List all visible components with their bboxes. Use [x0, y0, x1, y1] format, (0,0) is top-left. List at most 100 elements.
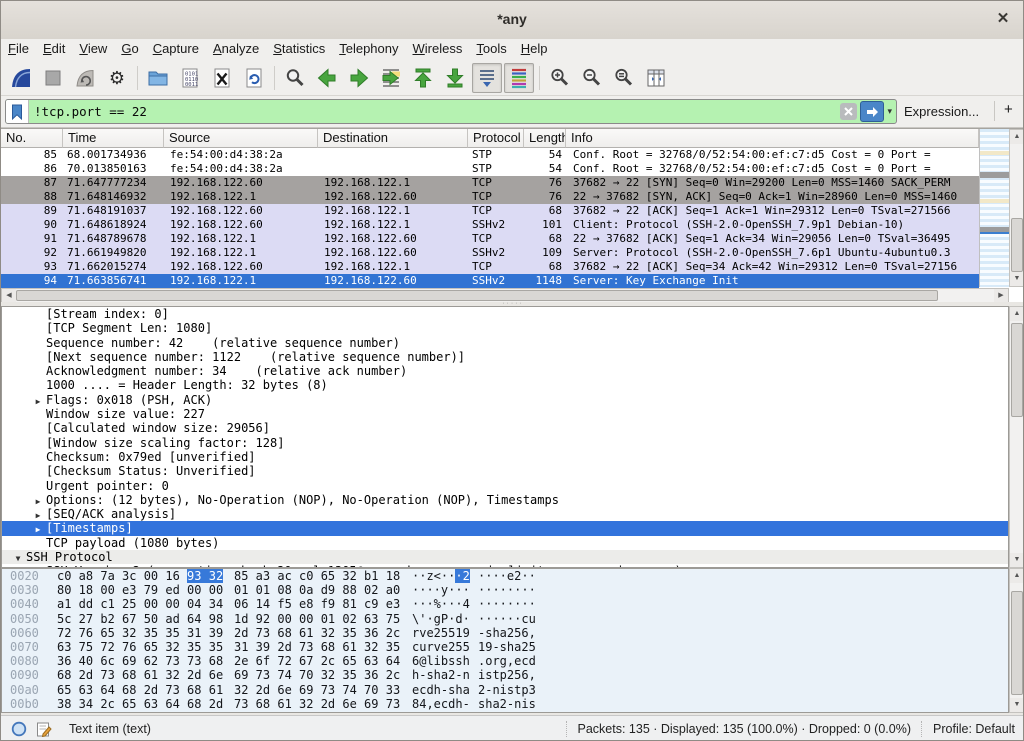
hex-row[interactable]: 0020c0 a8 7a 3c 00 16 93 3285 a3 ac c0 6… [2, 569, 1008, 583]
detail-line[interactable]: Urgent pointer: 0 [2, 479, 1008, 493]
profile-label[interactable]: Profile: Default [933, 722, 1015, 736]
menu-statistics[interactable]: Statistics [266, 39, 332, 60]
menu-view[interactable]: View [72, 39, 114, 60]
column-header-protocol[interactable]: Protocol [468, 129, 524, 148]
filter-dropdown-icon[interactable]: ▾ [886, 106, 896, 117]
detail-line[interactable]: Window size value: 227 [2, 407, 1008, 421]
find-packet-button[interactable] [280, 63, 310, 93]
packet-row[interactable]: 8771.647777234192.168.122.60192.168.122.… [1, 176, 979, 190]
hex-row[interactable]: 008036 40 6c 69 62 73 73 682e 6f 72 67 2… [2, 654, 1008, 668]
packet-row[interactable]: 9371.662015274192.168.122.60192.168.122.… [1, 260, 979, 274]
details-vscrollbar[interactable]: ▲ ▼ [1009, 306, 1024, 568]
hex-row[interactable]: 006072 76 65 32 35 35 31 392d 73 68 61 3… [2, 626, 1008, 640]
scrollbar-thumb[interactable] [1011, 218, 1023, 272]
apply-filter-icon[interactable] [860, 101, 884, 122]
menu-tools[interactable]: Tools [469, 39, 513, 60]
capture-comment-icon[interactable] [36, 721, 52, 737]
packet-row[interactable]: 8568.001734936fe:54:00:d4:38:2aSTP54Conf… [1, 148, 979, 162]
detail-line[interactable]: [Next sequence number: 1122 (relative se… [2, 350, 1008, 364]
go-last-button[interactable] [440, 63, 470, 93]
filter-bookmark-icon[interactable] [6, 100, 29, 123]
column-header-destination[interactable]: Destination [318, 129, 468, 148]
menu-capture[interactable]: Capture [146, 39, 206, 60]
detail-line[interactable]: ▶[SEQ/ACK analysis] [2, 507, 1008, 521]
column-header-time[interactable]: Time [63, 129, 164, 148]
packet-row[interactable]: 9071.648618924192.168.122.60192.168.122.… [1, 218, 979, 232]
zoom-out-button[interactable] [577, 63, 607, 93]
colorize-button[interactable] [504, 63, 534, 93]
menu-file[interactable]: File [1, 39, 36, 60]
hex-row[interactable]: 00505c 27 b2 67 50 ad 64 981d 92 00 00 0… [2, 612, 1008, 626]
reload-file-button[interactable] [239, 63, 269, 93]
scroll-down-icon[interactable]: ▼ [1010, 698, 1024, 712]
zoom-reset-button[interactable] [609, 63, 639, 93]
expression-button[interactable]: Expression... [904, 104, 979, 119]
bytes-vscrollbar[interactable]: ▲ ▼ [1009, 568, 1024, 713]
menu-analyze[interactable]: Analyze [206, 39, 266, 60]
go-previous-button[interactable] [312, 63, 342, 93]
hex-row[interactable]: 007063 75 72 76 65 32 35 3531 39 2d 73 6… [2, 640, 1008, 654]
menu-telephony[interactable]: Telephony [332, 39, 405, 60]
detail-line[interactable]: [Window size scaling factor: 128] [2, 436, 1008, 450]
start-capture-button[interactable] [6, 63, 36, 93]
detail-line[interactable]: ▶[Timestamps] [2, 521, 1008, 535]
column-header-source[interactable]: Source [164, 129, 318, 148]
resize-columns-button[interactable] [641, 63, 671, 93]
go-next-button[interactable] [344, 63, 374, 93]
capture-options-button[interactable]: ⚙ [102, 63, 132, 93]
column-header-info[interactable]: Info [566, 129, 979, 148]
detail-line[interactable]: ▼SSH Protocol [2, 550, 1008, 564]
close-icon[interactable]: ✕ [993, 9, 1013, 29]
scroll-up-icon[interactable]: ▲ [1010, 569, 1024, 583]
detail-line[interactable]: ▶Options: (12 bytes), No-Operation (NOP)… [2, 493, 1008, 507]
scrollbar-thumb[interactable] [1011, 591, 1023, 695]
packet-row[interactable]: 9271.661949820192.168.122.1192.168.122.6… [1, 246, 979, 260]
packet-row[interactable]: 8971.648191037192.168.122.60192.168.122.… [1, 204, 979, 218]
hex-row[interactable]: 00b038 34 2c 65 63 64 68 2d73 68 61 32 2… [2, 697, 1008, 711]
scroll-down-icon[interactable]: ▼ [1010, 553, 1024, 567]
packet-list-minimap[interactable] [979, 129, 1010, 287]
scrollbar-thumb[interactable] [1011, 323, 1023, 417]
packet-row[interactable]: 8670.013850163fe:54:00:d4:38:2aSTP54Conf… [1, 162, 979, 176]
packet-row[interactable]: 9171.648789678192.168.122.1192.168.122.6… [1, 232, 979, 246]
menu-edit[interactable]: Edit [36, 39, 72, 60]
display-filter-input[interactable]: !tcp.port == 22 ▾ [5, 99, 897, 124]
auto-scroll-button[interactable] [472, 63, 502, 93]
column-header-no[interactable]: No. [1, 129, 63, 148]
detail-line[interactable]: [Stream index: 0] [2, 307, 1008, 321]
go-to-packet-button[interactable] [376, 63, 406, 93]
detail-line[interactable]: [Calculated window size: 29056] [2, 421, 1008, 435]
hex-row[interactable]: 003080 18 00 e3 79 ed 00 0001 01 08 0a d… [2, 583, 1008, 597]
scroll-up-icon[interactable]: ▲ [1010, 130, 1024, 144]
hex-row[interactable]: 00a065 63 64 68 2d 73 68 6132 2d 6e 69 7… [2, 683, 1008, 697]
scroll-left-icon[interactable]: ◀ [2, 289, 16, 303]
expert-info-icon[interactable] [11, 721, 27, 737]
detail-line[interactable]: [TCP Segment Len: 1080] [2, 321, 1008, 335]
detail-line[interactable]: 1000 .... = Header Length: 32 bytes (8) [2, 378, 1008, 392]
close-file-button[interactable] [207, 63, 237, 93]
packet-row[interactable]: 8871.648146932192.168.122.1192.168.122.6… [1, 190, 979, 204]
hex-row[interactable]: 0040a1 dd c1 25 00 00 04 3406 14 f5 e8 f… [2, 597, 1008, 611]
scroll-down-icon[interactable]: ▼ [1010, 272, 1024, 286]
detail-line[interactable]: ▶Flags: 0x018 (PSH, ACK) [2, 393, 1008, 407]
detail-line[interactable]: TCP payload (1080 bytes) [2, 536, 1008, 550]
menu-help[interactable]: Help [514, 39, 555, 60]
detail-line[interactable]: Checksum: 0x79ed [unverified] [2, 450, 1008, 464]
column-header-length[interactable]: Length [524, 129, 566, 148]
scroll-right-icon[interactable]: ▶ [994, 289, 1008, 303]
detail-line[interactable]: Acknowledgment number: 34 (relative ack … [2, 364, 1008, 378]
stop-capture-button[interactable] [38, 63, 68, 93]
go-first-button[interactable] [408, 63, 438, 93]
add-filter-button[interactable]: + [1004, 101, 1013, 118]
packet-row[interactable]: 9471.663856741192.168.122.1192.168.122.6… [1, 274, 979, 288]
open-file-button[interactable] [143, 63, 173, 93]
restart-capture-button[interactable] [70, 63, 100, 93]
detail-line[interactable]: [Checksum Status: Unverified] [2, 464, 1008, 478]
scroll-up-icon[interactable]: ▲ [1010, 307, 1024, 321]
save-file-button[interactable]: 010101100011 [175, 63, 205, 93]
menu-wireless[interactable]: Wireless [406, 39, 470, 60]
zoom-in-button[interactable] [545, 63, 575, 93]
menu-go[interactable]: Go [114, 39, 145, 60]
packet-list-vscrollbar[interactable]: ▲ ▼ [1009, 129, 1024, 287]
clear-filter-icon[interactable] [840, 103, 857, 120]
